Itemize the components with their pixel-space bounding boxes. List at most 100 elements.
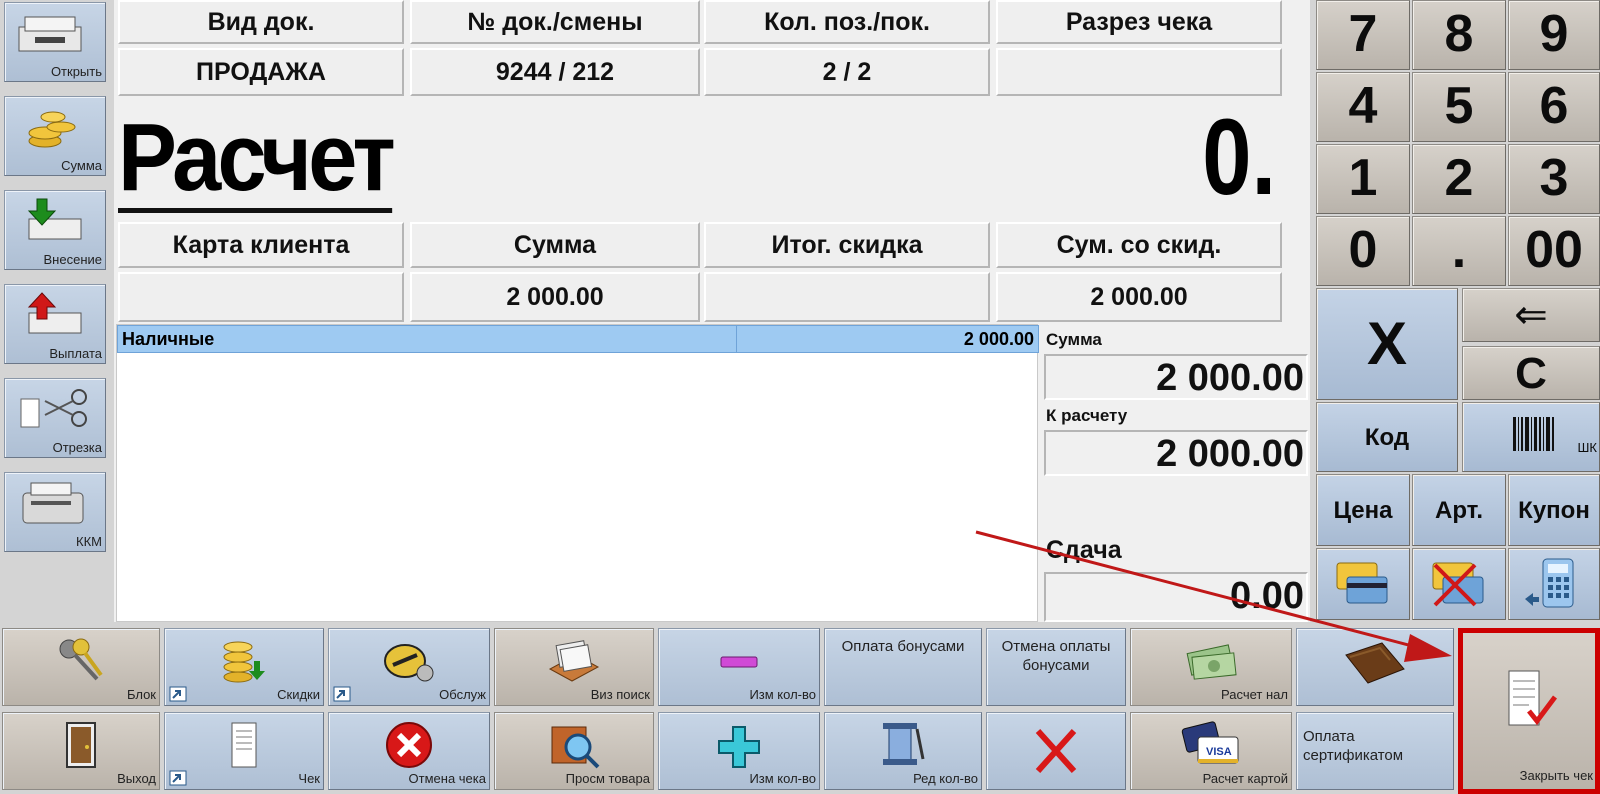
- card-key[interactable]: [1316, 548, 1410, 620]
- cut-button[interactable]: Отрезка: [4, 378, 106, 458]
- receipt-check-icon: [1508, 670, 1557, 726]
- payment-cards-icon: VISA: [1181, 721, 1239, 764]
- cash-payment-button[interactable]: Расчет нал: [1130, 628, 1292, 706]
- cancel-card-key[interactable]: [1412, 548, 1506, 620]
- cancel-bonus-label: Отмена оплаты бонусами: [1001, 638, 1111, 674]
- credit-card-icon: [1336, 562, 1388, 604]
- qty-plus-button[interactable]: Изм кол-во: [658, 712, 820, 790]
- close-check-button[interactable]: Закрыть чек: [1458, 628, 1600, 794]
- key-5[interactable]: 5: [1412, 72, 1506, 142]
- payout-button[interactable]: Выплата: [4, 284, 106, 364]
- backspace-key[interactable]: ⇐: [1462, 288, 1600, 342]
- sum-value: 2 000.00: [410, 272, 700, 322]
- total-discount-header: Итог. скидка: [704, 222, 990, 268]
- shortcut-arrow-icon: [169, 686, 187, 702]
- edit-qty-button[interactable]: Ред кол-во: [824, 712, 982, 790]
- pos-window: Открыть Сумма Внесение Выплата Отрезка К…: [0, 0, 1600, 794]
- doc-type-value: ПРОДАЖА: [118, 48, 404, 96]
- cancel-bonus-button[interactable]: Отмена оплаты бонусами: [986, 628, 1126, 706]
- multiply-key[interactable]: X: [1316, 288, 1458, 400]
- open-drawer-label: Открыть: [50, 64, 102, 79]
- doc-type-header: Вид док.: [118, 0, 404, 44]
- cash-money-icon: [1186, 644, 1237, 680]
- wallet-button[interactable]: [1296, 628, 1454, 706]
- qty-minus-button[interactable]: Изм кол-во: [658, 628, 820, 706]
- key-2[interactable]: 2: [1412, 144, 1506, 214]
- shortcut-arrow-icon: [333, 686, 351, 702]
- visual-search-button[interactable]: Виз поиск: [494, 628, 654, 706]
- block-label: Блок: [126, 687, 156, 702]
- shortcut-arrow-icon: [169, 770, 187, 786]
- key-6[interactable]: 6: [1508, 72, 1600, 142]
- price-key[interactable]: Цена: [1316, 474, 1410, 546]
- discounts-button[interactable]: Скидки: [164, 628, 324, 706]
- edit-qty-label: Ред кол-во: [913, 771, 978, 786]
- check-label: Чек: [298, 771, 320, 786]
- sum-button[interactable]: Сумма: [4, 96, 106, 176]
- card-payment-button[interactable]: VISA Расчет картой: [1130, 712, 1292, 790]
- sum-with-discount-header: Сум. со скид.: [996, 222, 1282, 268]
- sum-button-label: Сумма: [61, 158, 102, 173]
- deposit-label: Внесение: [43, 252, 102, 267]
- coupon-key[interactable]: Купон: [1508, 474, 1600, 546]
- key-8[interactable]: 8: [1412, 0, 1506, 70]
- service-tools-icon: [384, 644, 434, 682]
- qty-value: 2 / 2: [704, 48, 990, 96]
- deposit-icon: [27, 198, 82, 240]
- key-7[interactable]: 7: [1316, 0, 1410, 70]
- key-00[interactable]: 00: [1508, 216, 1600, 286]
- article-key[interactable]: Арт.: [1412, 474, 1506, 546]
- payment-row[interactable]: Наличные 2 000.00: [117, 325, 1039, 353]
- qty-header: Кол. поз./пок.: [704, 0, 990, 44]
- svg-text:VISA: VISA: [1206, 746, 1232, 758]
- delete-button[interactable]: [986, 712, 1126, 790]
- code-key[interactable]: Код: [1316, 402, 1458, 472]
- service-button[interactable]: Обслуж: [328, 628, 490, 706]
- pay-bonus-label: Оплата бонусами: [841, 638, 965, 655]
- card-payment-label: Расчет картой: [1202, 771, 1288, 786]
- key-4[interactable]: 4: [1316, 72, 1410, 142]
- printer-icon: [22, 482, 84, 524]
- qty-minus-label: Изм кол-во: [749, 687, 816, 702]
- key-dot[interactable]: .: [1412, 216, 1506, 286]
- key-1[interactable]: 1: [1316, 144, 1410, 214]
- cancel-check-button[interactable]: Отмена чека: [328, 712, 490, 790]
- check-cut-header: Разрез чека: [996, 0, 1282, 44]
- card-file-icon: [548, 640, 600, 682]
- pay-certificate-button[interactable]: Оплата сертификатом: [1296, 712, 1454, 790]
- change-value: 0.00: [1044, 572, 1308, 622]
- deposit-button[interactable]: Внесение: [4, 190, 106, 270]
- block-button[interactable]: Блок: [2, 628, 160, 706]
- minus-icon: [720, 656, 758, 668]
- key-3[interactable]: 3: [1508, 144, 1600, 214]
- cash-drawer-icon: [18, 16, 82, 52]
- right-sum-value: 2 000.00: [1044, 354, 1308, 400]
- calc-title: Расчет: [118, 104, 396, 213]
- check-button[interactable]: Чек: [164, 712, 324, 790]
- column-divider: [736, 326, 737, 352]
- key-0[interactable]: 0: [1316, 216, 1410, 286]
- pay-bonus-button[interactable]: Оплата бонусами: [824, 628, 982, 706]
- search-goods-icon: [551, 726, 600, 769]
- door-icon: [66, 722, 96, 768]
- exit-button[interactable]: Выход: [2, 712, 160, 790]
- kkm-button[interactable]: ККМ: [4, 472, 106, 552]
- kkm-label: ККМ: [76, 534, 102, 549]
- clear-key[interactable]: C: [1462, 346, 1600, 400]
- key-9[interactable]: 9: [1508, 0, 1600, 70]
- open-drawer-button[interactable]: Открыть: [4, 2, 106, 82]
- barcode-key[interactable]: ШК: [1462, 402, 1600, 472]
- payment-list[interactable]: Наличные 2 000.00: [116, 324, 1039, 622]
- check-cut-value: [996, 48, 1282, 96]
- due-value: 2 000.00: [1044, 430, 1308, 476]
- change-label: Сдача: [1046, 536, 1122, 564]
- pay-certificate-label: Оплата сертификатом: [1303, 728, 1404, 764]
- clamp-icon: [883, 723, 925, 765]
- plus-icon: [718, 726, 760, 768]
- cancel-card-icon: [1432, 562, 1484, 607]
- payout-label: Выплата: [49, 346, 102, 361]
- client-card-header: Карта клиента: [118, 222, 404, 268]
- receipt-icon: [231, 722, 257, 768]
- calculator-key[interactable]: [1508, 548, 1600, 620]
- view-goods-button[interactable]: Просм товара: [494, 712, 654, 790]
